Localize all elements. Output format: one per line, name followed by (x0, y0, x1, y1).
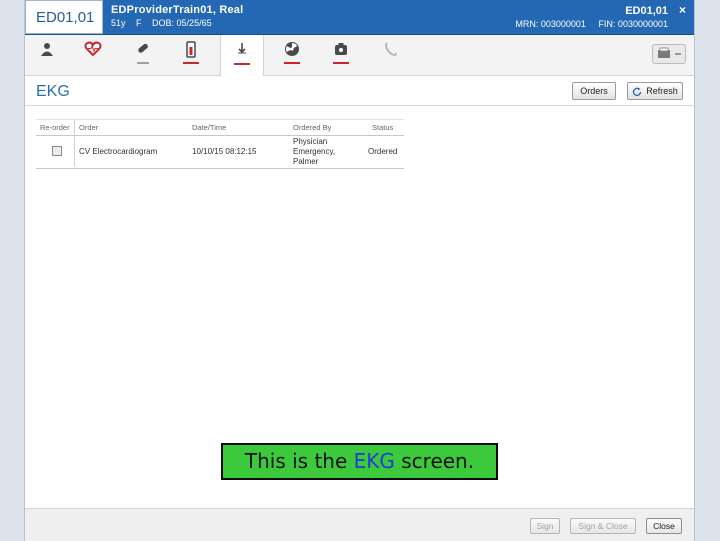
column-header-status[interactable]: Status (372, 123, 393, 132)
patient-age: 51y (111, 18, 126, 28)
pill-icon (138, 43, 148, 53)
caption-suffix: screen. (394, 449, 475, 473)
mrn-label: MRN: 003000001 (515, 19, 586, 29)
column-header-ordered-by[interactable]: Ordered By (293, 123, 331, 132)
toolbar-user-button[interactable] (25, 35, 69, 75)
patient-name[interactable]: EDProviderTrain01, Real (111, 4, 243, 16)
toolbar-indicator (234, 63, 250, 65)
toolbar-indicator (137, 62, 149, 64)
toolbar-imaging-button[interactable] (319, 35, 363, 75)
ordered-by-line-1: Physician (293, 137, 328, 146)
lab-tube-icon (186, 41, 196, 58)
sign-and-close-button[interactable]: Sign & Close (570, 518, 636, 534)
camera-icon (335, 43, 347, 55)
ekg-orders-table: Re-order Order Date/Time Ordered By Stat… (36, 119, 404, 169)
order-status: Ordered (368, 147, 398, 156)
order-name: CV Electrocardiogram (79, 147, 158, 156)
toolbar-heart-button[interactable] (71, 35, 115, 75)
toolbar-lab-button[interactable] (169, 35, 213, 75)
toolbar-options-button[interactable] (652, 44, 686, 64)
column-header-datetime[interactable]: Date/Time (192, 123, 226, 132)
reorder-checkbox[interactable] (52, 146, 62, 156)
tutorial-caption: This is the EKG screen. (221, 443, 498, 480)
patient-identifiers: MRN: 003000001 FIN: 0030000001 (505, 19, 668, 29)
printer-icon (658, 47, 681, 58)
arrow-down-icon (238, 43, 246, 54)
sign-button[interactable]: Sign (530, 518, 560, 534)
ordered-by-line-3: Palmer (293, 157, 319, 166)
fin-label: FIN: 0030000001 (598, 19, 668, 29)
close-button[interactable]: Close (646, 518, 682, 534)
patient-sex: F (136, 18, 142, 28)
toolbar-phone-button[interactable] (369, 35, 413, 75)
toolbar-radiology-button[interactable] (270, 35, 314, 75)
column-header-reorder[interactable]: Re-order (40, 123, 70, 132)
user-icon (41, 43, 53, 56)
heart-icon (84, 41, 102, 57)
refresh-button-label: Refresh (646, 86, 678, 96)
caption-prefix: This is the (244, 449, 354, 473)
location-right: ED01,01 (625, 5, 668, 17)
refresh-icon (633, 87, 642, 96)
toolbar-ekg-button[interactable] (220, 35, 264, 76)
refresh-button[interactable]: Refresh (627, 82, 683, 100)
toolbar-indicator (284, 62, 300, 64)
caption-highlight: EKG (353, 449, 395, 473)
orders-button[interactable]: Orders (572, 82, 616, 100)
table-header: Re-order Order Date/Time Ordered By Stat… (36, 119, 404, 136)
footer-bar: Sign Sign & Close Close (25, 508, 694, 541)
toolbar-indicator (333, 62, 349, 64)
column-header-order[interactable]: Order (79, 123, 98, 132)
patient-chart-window: ED01,01 EDProviderTrain01, Real 51y F DO… (25, 0, 694, 541)
location-label: ED01,01 (25, 0, 103, 34)
section-divider (25, 105, 694, 106)
component-toolbar (25, 35, 694, 76)
ordered-by-line-2: Emergency, (293, 147, 336, 156)
toolbar-medication-button[interactable] (121, 35, 165, 75)
patient-demographics: 51y F DOB: 05/25/65 (111, 18, 220, 28)
toolbar-indicator (183, 62, 199, 64)
order-datetime: 10/10/15 08:12:15 (192, 147, 257, 156)
radiation-icon (285, 42, 299, 56)
close-icon[interactable]: × (679, 3, 686, 17)
patient-dob: DOB: 05/25/65 (152, 18, 212, 28)
page-title: EKG (36, 83, 70, 100)
table-row[interactable]: CV Electrocardiogram 10/10/15 08:12:15 P… (36, 136, 404, 169)
phone-icon (385, 42, 397, 57)
patient-banner: ED01,01 EDProviderTrain01, Real 51y F DO… (25, 0, 694, 35)
